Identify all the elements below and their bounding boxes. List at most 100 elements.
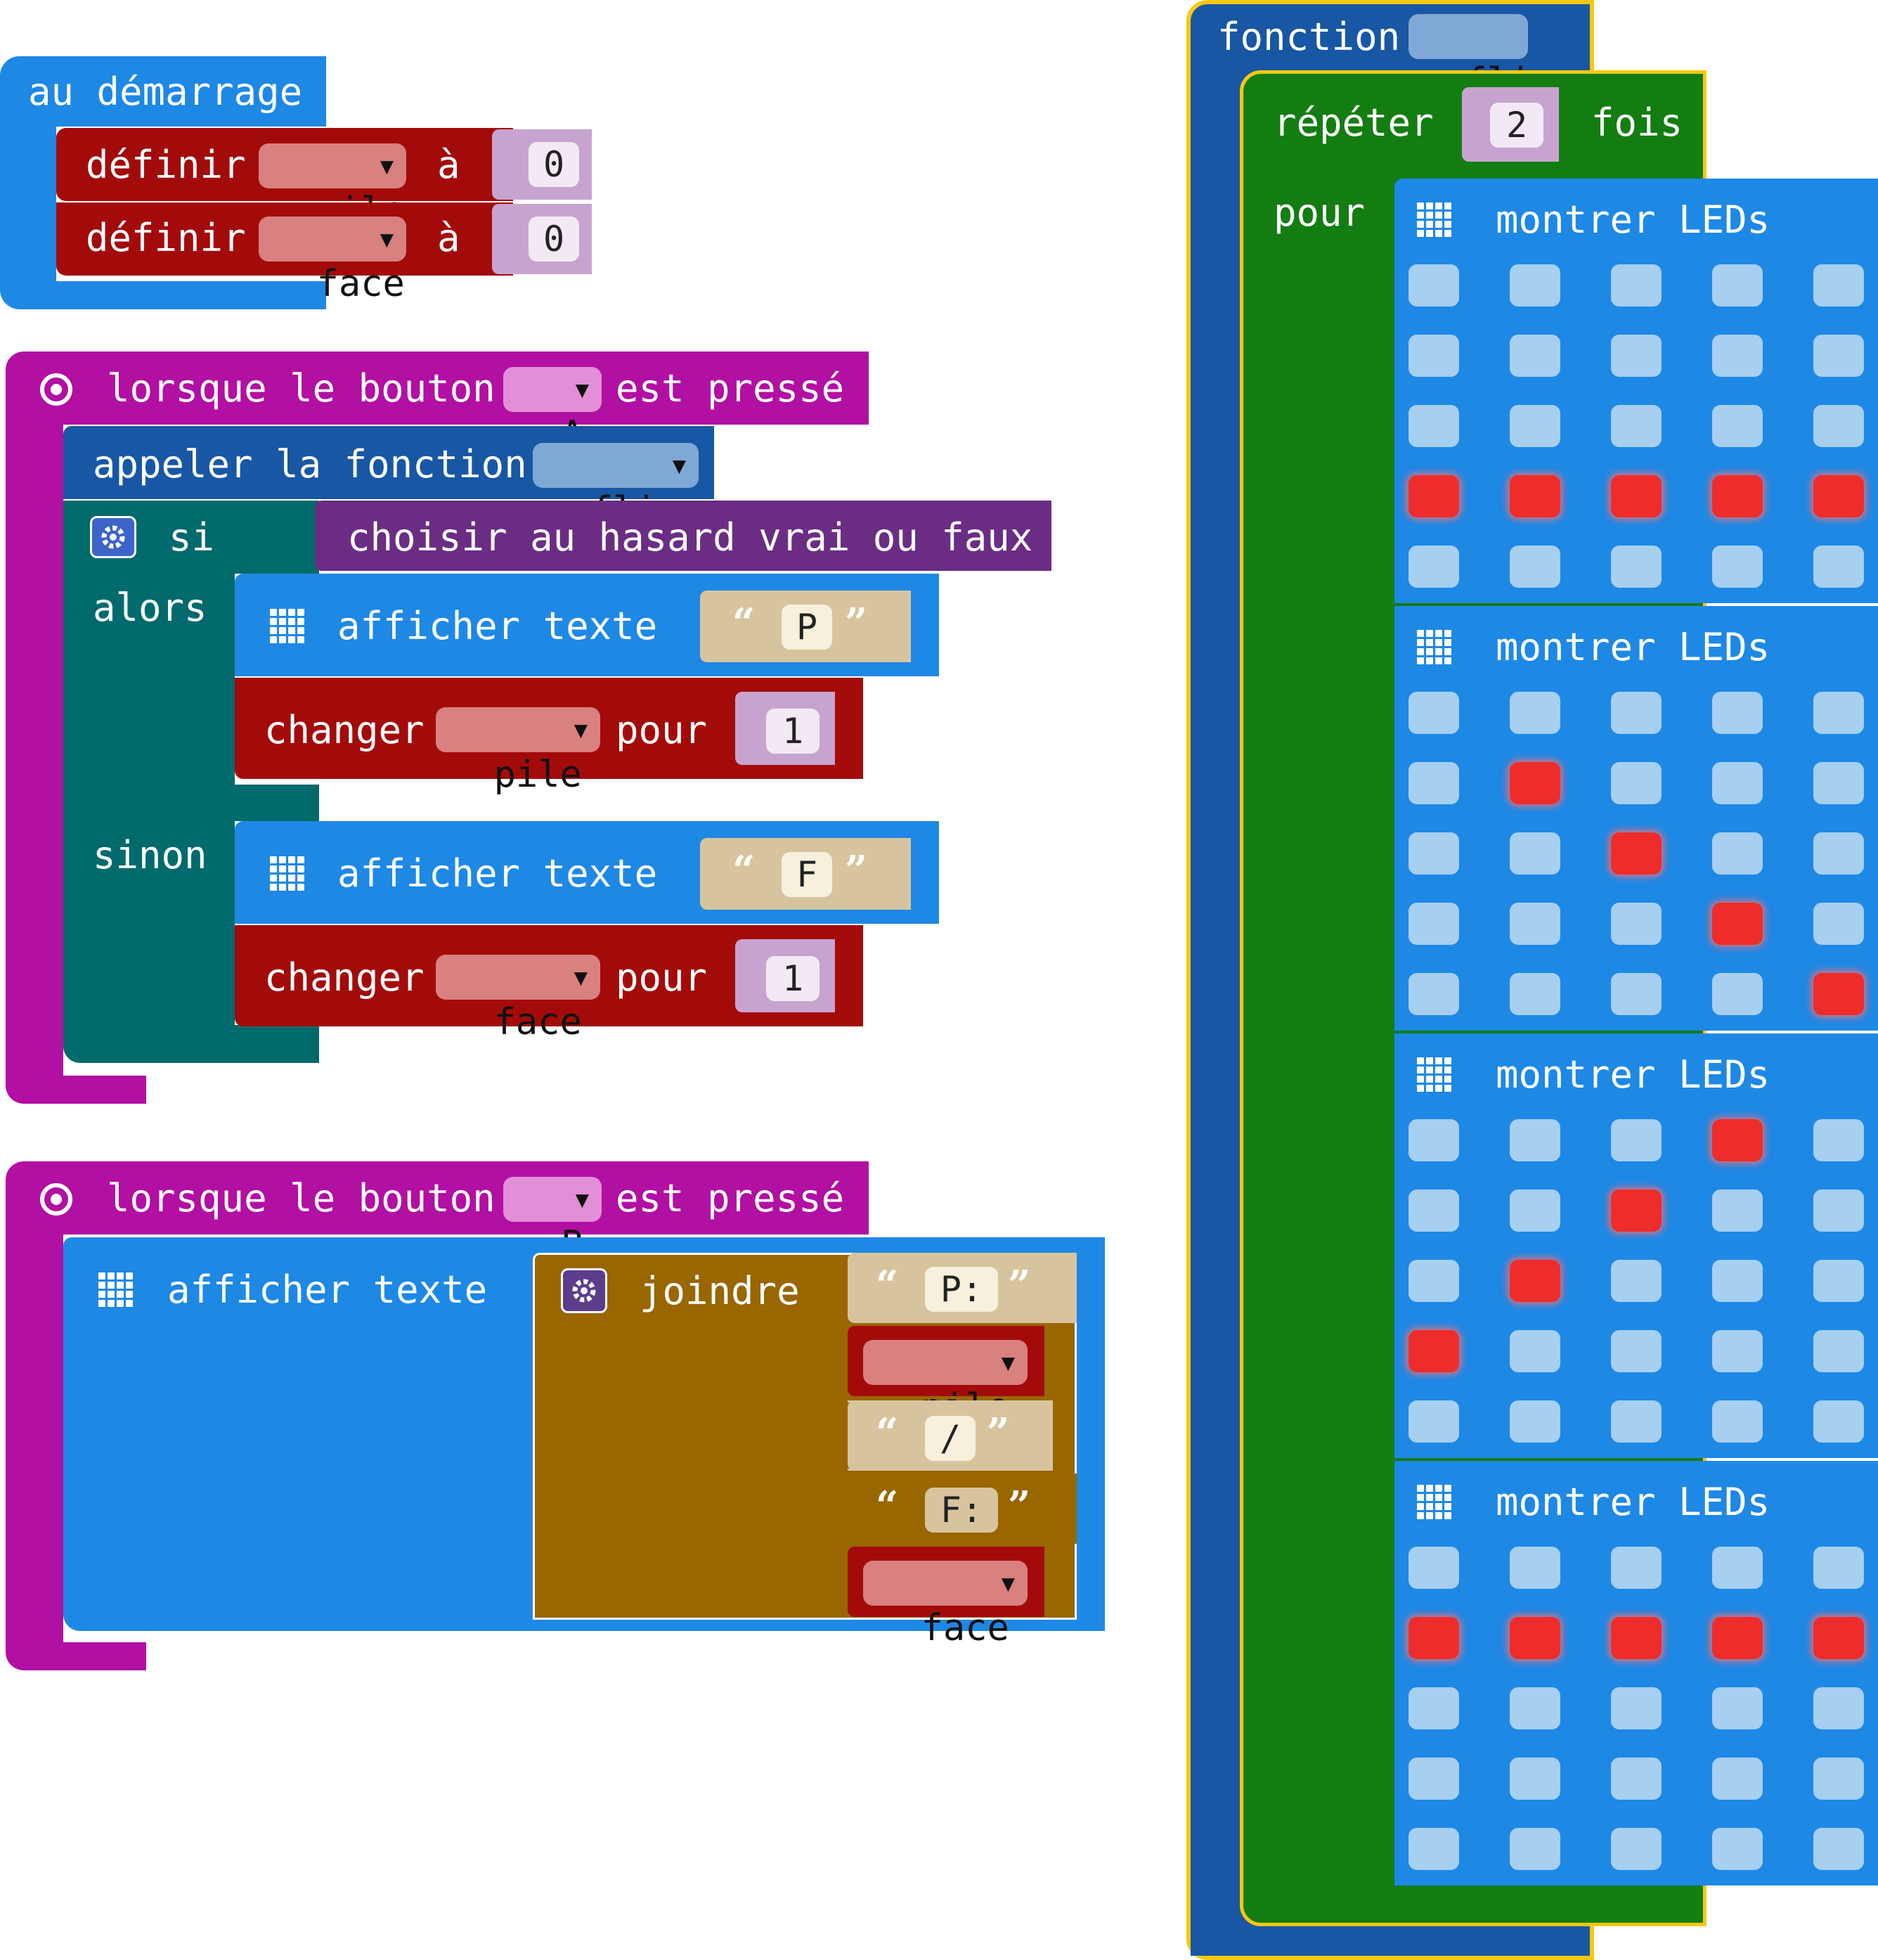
led-off[interactable]	[1813, 832, 1864, 875]
led-off[interactable]	[1813, 1400, 1864, 1443]
led-off[interactable]	[1510, 692, 1560, 734]
led-off[interactable]	[1408, 973, 1459, 1015]
led-off[interactable]	[1712, 692, 1763, 734]
led-off[interactable]	[1510, 1189, 1560, 1232]
repeat-count-input[interactable]: 2	[1490, 103, 1543, 148]
led-off[interactable]	[1408, 1400, 1459, 1443]
led-off[interactable]	[1408, 832, 1459, 875]
led-on[interactable]	[1813, 1617, 1864, 1659]
led-off[interactable]	[1813, 546, 1864, 588]
led-on[interactable]	[1510, 1260, 1560, 1302]
gear-icon[interactable]	[561, 1268, 607, 1313]
join-pile-dropdown[interactable]: pile▼	[863, 1340, 1028, 1429]
led-off[interactable]	[1611, 1758, 1662, 1800]
led-on[interactable]	[1813, 475, 1864, 517]
face-variable-dropdown[interactable]: face ▼	[259, 217, 406, 305]
led-off[interactable]	[1408, 1758, 1459, 1800]
led-off[interactable]	[1408, 546, 1459, 588]
led-off[interactable]	[1813, 335, 1864, 377]
led-off[interactable]	[1712, 1687, 1763, 1729]
led-off[interactable]	[1510, 264, 1560, 307]
led-off[interactable]	[1510, 1547, 1560, 1589]
show-leds-block[interactable]	[1394, 1033, 1878, 1458]
led-off[interactable]	[1510, 1687, 1560, 1729]
led-off[interactable]	[1813, 1687, 1864, 1729]
then-by-value[interactable]: 1	[766, 709, 820, 754]
led-off[interactable]	[1712, 973, 1763, 1015]
call-function-dropdown[interactable]: flip▼	[533, 443, 699, 531]
show-leds-block[interactable]	[1394, 179, 1878, 603]
led-off[interactable]	[1408, 692, 1459, 734]
led-on[interactable]	[1611, 1617, 1662, 1659]
join-text-p-value[interactable]: P:	[925, 1267, 998, 1312]
led-on[interactable]	[1611, 1189, 1662, 1232]
led-off[interactable]	[1712, 1400, 1763, 1443]
led-off[interactable]	[1611, 1330, 1662, 1372]
led-off[interactable]	[1408, 335, 1459, 377]
led-off[interactable]	[1813, 1330, 1864, 1372]
led-off[interactable]	[1813, 692, 1864, 734]
led-off[interactable]	[1510, 832, 1560, 875]
led-off[interactable]	[1813, 762, 1864, 804]
led-off[interactable]	[1408, 264, 1459, 307]
set-pile-value-input[interactable]: 0	[529, 142, 579, 187]
led-off[interactable]	[1813, 1828, 1864, 1870]
led-off[interactable]	[1510, 1400, 1560, 1443]
button-b-dropdown[interactable]: B▼	[503, 1177, 602, 1265]
led-off[interactable]	[1408, 1687, 1459, 1729]
led-on[interactable]	[1611, 475, 1662, 517]
led-off[interactable]	[1813, 1189, 1864, 1232]
button-a-dropdown[interactable]: A▼	[503, 367, 602, 456]
led-on[interactable]	[1712, 475, 1763, 517]
led-off[interactable]	[1712, 546, 1763, 588]
led-off[interactable]	[1611, 1400, 1662, 1443]
led-off[interactable]	[1611, 546, 1662, 588]
led-on[interactable]	[1408, 475, 1459, 517]
led-off[interactable]	[1611, 264, 1662, 307]
then-change-var-dropdown[interactable]: pile ▼	[436, 707, 600, 796]
led-on[interactable]	[1813, 973, 1864, 1015]
led-off[interactable]	[1611, 1547, 1662, 1589]
led-off[interactable]	[1712, 405, 1763, 447]
else-text-value[interactable]: F	[782, 852, 832, 897]
led-off[interactable]	[1712, 1260, 1763, 1302]
show-leds-block[interactable]	[1394, 1461, 1878, 1885]
led-off[interactable]	[1408, 1828, 1459, 1870]
led-on[interactable]	[1408, 1617, 1459, 1659]
led-on[interactable]	[1712, 903, 1763, 945]
else-change-var-dropdown[interactable]: face ▼	[436, 955, 600, 1043]
led-off[interactable]	[1712, 1547, 1763, 1589]
led-off[interactable]	[1510, 1828, 1560, 1870]
led-on[interactable]	[1510, 762, 1560, 804]
led-off[interactable]	[1611, 973, 1662, 1015]
led-off[interactable]	[1712, 1828, 1763, 1870]
led-off[interactable]	[1510, 973, 1560, 1015]
led-off[interactable]	[1611, 405, 1662, 447]
led-off[interactable]	[1611, 1260, 1662, 1302]
join-face-dropdown[interactable]: face ▼	[863, 1561, 1028, 1649]
led-off[interactable]	[1408, 1260, 1459, 1302]
led-off[interactable]	[1712, 1189, 1763, 1232]
led-on[interactable]	[1712, 1119, 1763, 1161]
led-off[interactable]	[1510, 903, 1560, 945]
join-text-f-value[interactable]: F:	[925, 1488, 998, 1533]
led-off[interactable]	[1611, 692, 1662, 734]
led-off[interactable]	[1510, 1758, 1560, 1800]
led-off[interactable]	[1712, 335, 1763, 377]
led-off[interactable]	[1813, 405, 1864, 447]
join-text-slash-value[interactable]: /	[925, 1416, 976, 1461]
led-off[interactable]	[1408, 405, 1459, 447]
led-off[interactable]	[1510, 1330, 1560, 1372]
led-off[interactable]	[1712, 832, 1763, 875]
led-off[interactable]	[1611, 762, 1662, 804]
led-off[interactable]	[1611, 1687, 1662, 1729]
led-off[interactable]	[1712, 1758, 1763, 1800]
led-off[interactable]	[1813, 1547, 1864, 1589]
led-off[interactable]	[1813, 1260, 1864, 1302]
led-off[interactable]	[1510, 1119, 1560, 1161]
else-by-value[interactable]: 1	[766, 956, 820, 1001]
led-off[interactable]	[1408, 1189, 1459, 1232]
led-off[interactable]	[1712, 264, 1763, 307]
function-name-field[interactable]: flip	[1408, 14, 1553, 103]
led-off[interactable]	[1813, 903, 1864, 945]
